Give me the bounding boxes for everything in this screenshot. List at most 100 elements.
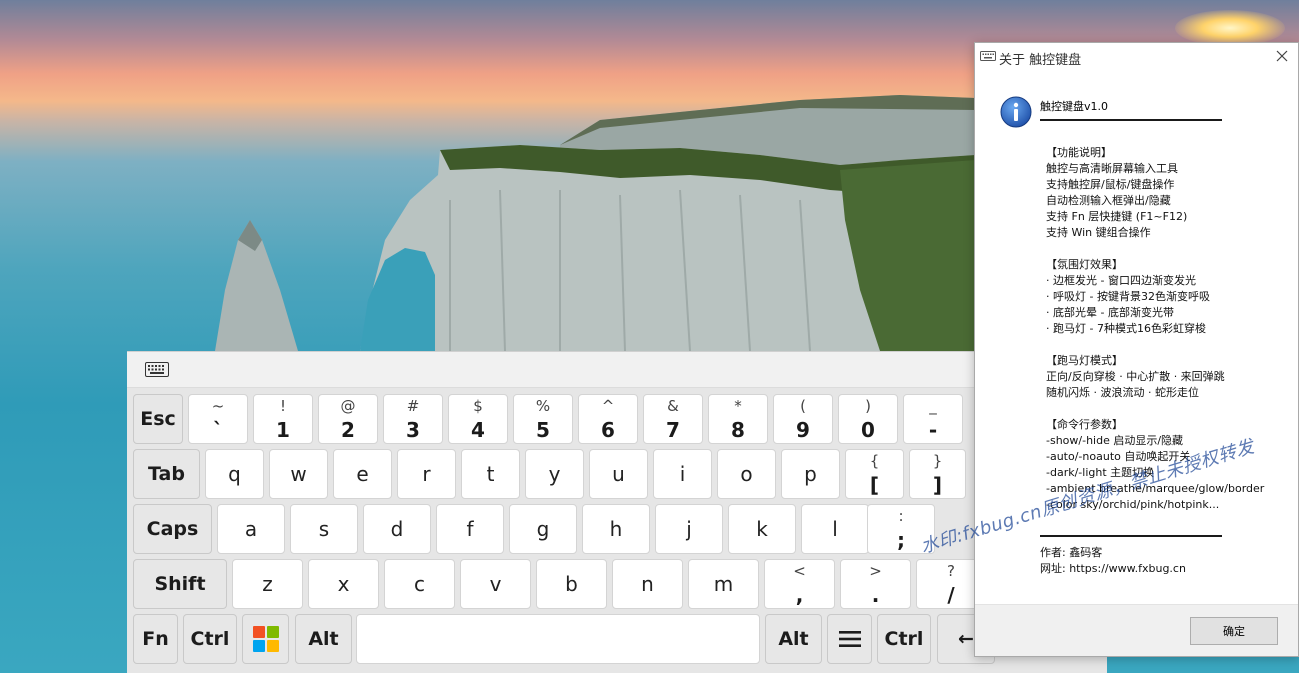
key-shift-label: _: [929, 396, 937, 415]
description-line: 【命令行参数】: [1046, 418, 1123, 431]
key-tab[interactable]: Tab: [133, 449, 200, 499]
key-c[interactable]: c: [384, 559, 455, 609]
description-line: 正向/反向穿梭 · 中心扩散 · 来回弹跳: [1046, 370, 1225, 383]
key-label: Ctrl: [884, 627, 924, 650]
key-fn[interactable]: Fn: [133, 614, 178, 664]
key-symbol[interactable]: #3: [383, 394, 443, 444]
description-line: -show/-hide 启动显示/隐藏: [1046, 434, 1184, 447]
key-symbol[interactable]: _ -: [903, 394, 963, 444]
key-x[interactable]: x: [308, 559, 379, 609]
key-shift-label: @: [340, 396, 356, 415]
key-label: ←: [958, 627, 974, 650]
key-v[interactable]: v: [460, 559, 531, 609]
key-z[interactable]: z: [232, 559, 303, 609]
key-windows[interactable]: [242, 614, 289, 664]
description-line: 触控与高清晰屏幕输入工具: [1046, 162, 1178, 175]
description-line: · 跑马灯 - 7种模式16色彩虹穿梭: [1046, 322, 1206, 335]
key-label: Tab: [148, 462, 185, 485]
key-label: q: [228, 462, 241, 486]
key-h[interactable]: h: [582, 504, 650, 554]
key-m[interactable]: m: [688, 559, 759, 609]
close-icon[interactable]: [1274, 48, 1290, 64]
key-symbol[interactable]: (9: [773, 394, 833, 444]
separator: [1040, 535, 1222, 537]
key-symbol[interactable]: ! 1: [253, 394, 313, 444]
key-label: /: [947, 582, 955, 607]
key-ctrl[interactable]: Ctrl: [183, 614, 237, 664]
info-icon: [1000, 96, 1032, 128]
key-shift[interactable]: Shift: [133, 559, 227, 609]
key-r[interactable]: r: [397, 449, 456, 499]
key-symbol[interactable]: {[: [845, 449, 904, 499]
key-menu[interactable]: [827, 614, 872, 664]
key-label: 8: [731, 417, 745, 442]
key-label: d: [390, 517, 404, 541]
key-y[interactable]: y: [525, 449, 584, 499]
key-label: ;: [897, 527, 905, 552]
key-symbol[interactable]: ) 0: [838, 394, 898, 444]
key-label: j: [686, 517, 692, 541]
key-symbol[interactable]: ~ `: [188, 394, 248, 444]
key-label: n: [641, 572, 654, 596]
key-esc[interactable]: Esc: [133, 394, 183, 444]
key-shift-label: >: [869, 561, 882, 580]
description-line: · 底部光晕 - 底部渐变光带: [1046, 306, 1174, 319]
key-symbol[interactable]: $4: [448, 394, 508, 444]
key-ctrl[interactable]: Ctrl: [877, 614, 931, 664]
key-label: o: [740, 462, 753, 486]
description-line: 随机闪烁 · 波浪流动 · 蛇形走位: [1046, 386, 1199, 399]
key-label: p: [804, 462, 817, 486]
key-label: Alt: [308, 627, 339, 650]
key-label: 0: [861, 417, 875, 442]
key-w[interactable]: w: [269, 449, 328, 499]
key-label: u: [612, 462, 625, 486]
key-symbol[interactable]: >.: [840, 559, 911, 609]
key-caps[interactable]: Caps: [133, 504, 212, 554]
key-p[interactable]: p: [781, 449, 840, 499]
key-l[interactable]: l: [801, 504, 869, 554]
key-symbol[interactable]: % 5: [513, 394, 573, 444]
key-k[interactable]: k: [728, 504, 796, 554]
key-label: .: [871, 582, 880, 607]
key-symbol[interactable]: & 7: [643, 394, 703, 444]
key-label: 4: [471, 417, 485, 442]
key-s[interactable]: s: [290, 504, 358, 554]
keyboard-icon: [145, 362, 169, 377]
key-label: z: [262, 572, 273, 596]
key-symbol[interactable]: ^ 6: [578, 394, 638, 444]
key-space[interactable]: [356, 614, 760, 664]
key-a[interactable]: a: [217, 504, 285, 554]
product-name: 触控键盘v1.0: [1040, 100, 1109, 113]
key-symbol[interactable]: * 8: [708, 394, 768, 444]
key-g[interactable]: g: [509, 504, 577, 554]
key-d[interactable]: d: [363, 504, 431, 554]
key-symbol[interactable]: <,: [764, 559, 835, 609]
key-shift-label: {: [869, 451, 880, 470]
key-alt[interactable]: Alt: [765, 614, 822, 664]
ok-button[interactable]: 确定: [1190, 617, 1278, 645]
key-label: ,: [795, 582, 804, 607]
website-text: 网址: https://www.fxbug.cn: [1040, 562, 1186, 575]
key-label: t: [486, 462, 495, 486]
key-symbol[interactable]: }]: [909, 449, 966, 499]
key-label: [: [869, 472, 880, 497]
key-i[interactable]: i: [653, 449, 712, 499]
key-j[interactable]: j: [655, 504, 723, 554]
key-b[interactable]: b: [536, 559, 607, 609]
key-e[interactable]: e: [333, 449, 392, 499]
key-t[interactable]: t: [461, 449, 520, 499]
key-q[interactable]: q: [205, 449, 264, 499]
key-label: i: [679, 462, 686, 486]
key-o[interactable]: o: [717, 449, 776, 499]
description-line: 支持 Fn 层快捷键 (F1~F12): [1046, 210, 1188, 223]
dialog-titlebar[interactable]: 关于 触控键盘: [975, 43, 1298, 71]
key-f[interactable]: f: [436, 504, 504, 554]
key-u[interactable]: u: [589, 449, 648, 499]
key-n[interactable]: n: [612, 559, 683, 609]
key-label: 3: [406, 417, 420, 442]
keyboard-titlebar[interactable]: [127, 352, 1107, 388]
key-symbol[interactable]: @2: [318, 394, 378, 444]
description-line: 支持 Win 键组合操作: [1046, 226, 1151, 239]
key-alt[interactable]: Alt: [295, 614, 352, 664]
